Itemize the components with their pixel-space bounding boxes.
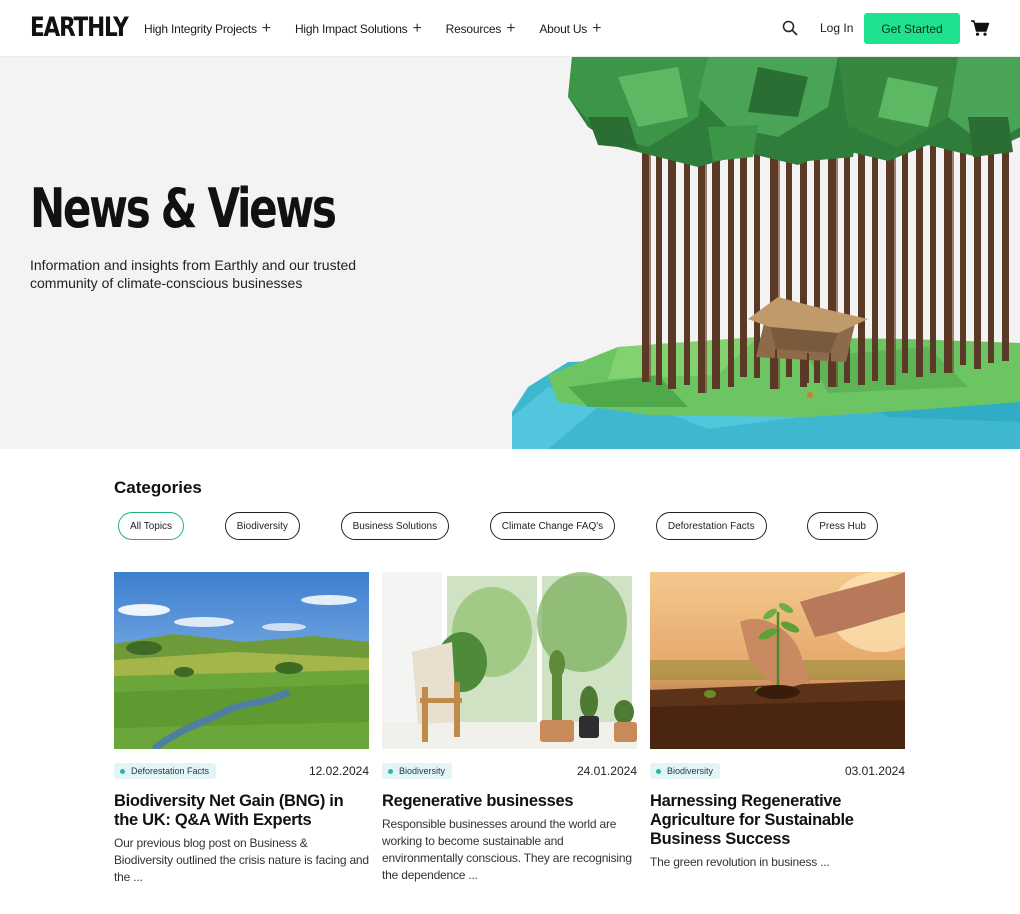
tag-label: Deforestation Facts [131,766,210,776]
post-title[interactable]: Harnessing Regenerative Agriculture for … [650,792,905,849]
category-chip-press-hub[interactable]: Press Hub [807,512,878,540]
post-image-window-plants[interactable] [382,572,637,749]
post-title[interactable]: Biodiversity Net Gain (BNG) in the UK: Q… [114,792,369,830]
nav-high-integrity-projects[interactable]: High Integrity Projects + [144,19,271,37]
nav-high-impact-solutions[interactable]: High Impact Solutions + [294,19,422,37]
post-date: 24.01.2024 [576,764,637,778]
post-meta: Biodiversity 24.01.2024 [382,763,637,779]
post-date: 03.01.2024 [844,764,905,778]
nav-label: High Impact Solutions [294,21,408,36]
site-header: EARTHLY High Integrity Projects + High I… [0,0,1020,57]
hero-section: News & Views Information and insights fr… [0,57,1020,449]
post-date: 12.02.2024 [308,764,369,778]
plus-icon: + [412,19,422,37]
post-excerpt: The green revolution in business ... [650,855,830,869]
nav-about-us[interactable]: About Us + [539,19,602,37]
plus-icon: + [261,19,271,37]
category-chip-deforestation-facts[interactable]: Deforestation Facts [655,512,767,540]
post-card[interactable]: Biodiversity 03.01.2024 Harnessing Regen… [650,572,905,886]
post-title[interactable]: Regenerative businesses [382,792,637,811]
tag-dot-icon [388,768,393,774]
category-chip-all-topics[interactable]: All Topics [118,512,185,540]
post-excerpt: Responsible businesses around the world … [382,817,632,882]
cart-icon[interactable] [970,19,990,37]
nav-label: About Us [539,21,588,36]
nav-label: Resources [445,21,502,36]
nav-label: High Integrity Projects [144,21,257,36]
plus-icon: + [506,19,516,37]
post-meta: Deforestation Facts 12.02.2024 [114,763,369,779]
post-card[interactable]: Deforestation Facts 12.02.2024 Biodivers… [114,572,369,886]
category-filter: All Topics Biodiversity Business Solutio… [118,512,878,540]
category-chip-business-solutions[interactable]: Business Solutions [340,512,450,540]
post-image-meadow[interactable] [114,572,369,749]
post-card[interactable]: Biodiversity 24.01.2024 Regenerative bus… [382,572,637,886]
category-tag[interactable]: Biodiversity [650,763,721,779]
tag-dot-icon [120,768,125,774]
tag-label: Biodiversity [667,766,714,776]
category-chip-climate-change-faqs[interactable]: Climate Change FAQ's [489,512,616,540]
tag-label: Biodiversity [399,766,446,776]
categories-heading: Categories [114,478,202,497]
tag-dot-icon [656,768,661,774]
post-image-planting-seedling[interactable] [650,572,905,749]
category-tag[interactable]: Deforestation Facts [114,763,217,779]
nav-resources[interactable]: Resources + [445,19,516,37]
forest-island-illustration [512,57,1020,449]
category-tag[interactable]: Biodiversity [382,763,453,779]
category-chip-biodiversity[interactable]: Biodiversity [224,512,300,540]
logo[interactable]: EARTHLY [30,12,129,43]
post-excerpt: Our previous blog post on Business & Bio… [114,836,369,884]
search-icon[interactable] [782,20,798,36]
post-meta: Biodiversity 03.01.2024 [650,763,905,779]
page-title: News & Views [30,177,337,240]
get-started-button[interactable]: Get Started [864,13,960,44]
post-grid: Deforestation Facts 12.02.2024 Biodivers… [114,572,906,886]
plus-icon: + [592,19,602,37]
hero-subtitle: Information and insights from Earthly an… [30,257,357,291]
main-nav: High Integrity Projects + High Impact So… [144,0,625,57]
login-link[interactable]: Log In [820,21,853,35]
